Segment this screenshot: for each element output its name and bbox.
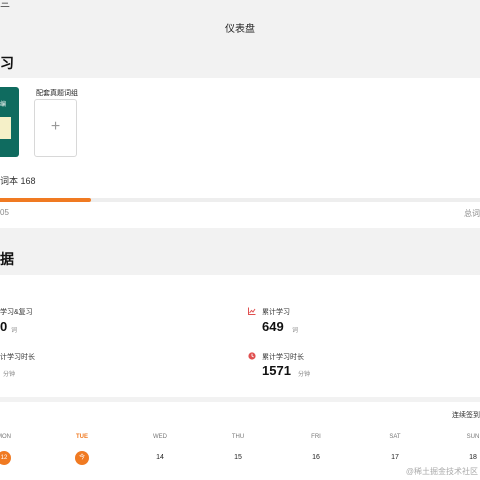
stat-value-total-duration: 1571 [262,363,291,378]
calendar-date[interactable]: 14 [145,451,175,465]
top-bar: 三 仪表盘 [0,0,480,50]
stat-unit-today: 词 [11,328,18,334]
weekday-label: TUE [76,434,88,440]
stat-label-today-duration: 计学习时长 [0,354,35,361]
wordbook-card: 编 配套真题词组 + 词本 168 05 总词 [0,78,480,228]
calendar-date[interactable]: 18 [458,451,480,465]
stats-section-title: 据 [0,251,14,267]
streak-label[interactable]: 连续签到 [452,410,480,420]
stat-unit-today-duration: 分钟 [3,372,16,378]
calendar-date[interactable]: 16 [301,451,331,465]
wordbook-count: 词本 168 [0,176,36,186]
weekday-label: SAT [389,434,401,440]
stat-value-total: 649 [262,319,284,334]
stat-value-today: 0 [0,319,8,334]
stat-label-total-duration: 累计学习时长 [262,354,304,361]
checked-in-date-badge: 12 [0,451,11,465]
add-wordbook-label: 配套真题词组 [36,90,78,97]
stat-label-today: 学习&复习 [0,309,33,316]
stats-section-header: 据 [0,228,480,275]
wordbook-section-title: 习 [0,55,14,71]
chart-line-icon [248,307,256,315]
wordbook-paper-graphic [0,117,11,139]
current-wordbook-cover[interactable]: 编 [0,87,19,157]
progress-bar [0,198,480,202]
calendar-date[interactable]: 15 [223,451,253,465]
weekday-label: SUN [466,434,480,440]
checked-in-date-badge: 今 [75,451,89,465]
progress-done-count: 05 [0,208,9,217]
watermark: @稀土掘金技术社区 [405,467,478,476]
clock-icon [248,352,256,360]
weekday-label: FRI [311,434,321,440]
stat-unit-total: 词 [292,328,299,334]
calendar-date[interactable]: 今 [67,451,97,465]
calendar-date[interactable]: 12 [0,451,19,465]
calendar-date[interactable]: 17 [380,451,410,465]
stat-unit-total-duration: 分钟 [298,372,311,378]
plus-icon: + [50,118,61,135]
current-wordbook-label: 编 [0,102,7,108]
page-title: 仪表盘 [225,24,255,35]
add-wordbook-button[interactable]: + [34,99,77,157]
weekday-label: THU [231,434,245,440]
weekday-label: MON [0,434,11,440]
wordbook-section-header: 习 [0,50,480,78]
progress-total-label: 总词 [464,209,480,218]
weekday-label: WED [153,434,167,440]
progress-fill [0,198,92,202]
stats-card: 学习&复习 0 词 累计学习 649 词 计学习时长 分钟 累计学习时长 157… [0,275,480,397]
menu-icon[interactable]: 三 [0,0,10,10]
stat-label-total: 累计学习 [262,309,290,316]
